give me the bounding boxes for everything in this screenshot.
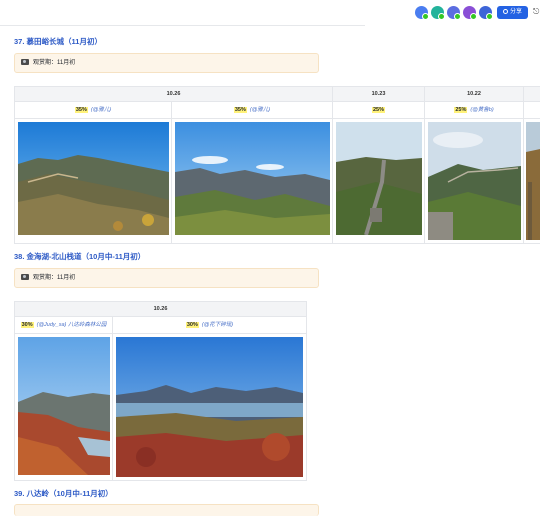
divider [0, 25, 365, 26]
photo-cell [523, 118, 540, 244]
top-bar: 分享 ⎋ [0, 0, 540, 26]
share-label: 分享 [509, 9, 522, 15]
percent-cell: 25% (@黄鲁b) [424, 101, 525, 119]
share-button[interactable]: 分享 [497, 6, 528, 19]
online-status-dot [470, 13, 477, 20]
contributor-link[interactable]: (@花下碎瑶) [202, 322, 233, 328]
percent-badge: 30% [20, 322, 34, 328]
photo-cell [111, 333, 308, 481]
section-heading: 38. 金海湖-北山栈道（10月中-11月初） [14, 252, 146, 261]
photo-cell [14, 118, 172, 244]
collaborator-avatar[interactable] [463, 6, 477, 20]
photo-great-wall[interactable] [526, 122, 540, 240]
date-header: 10.26 [13, 301, 308, 317]
photo-lake-mountains[interactable] [18, 337, 110, 475]
date-header: 10.23 [332, 86, 426, 102]
more-icon[interactable]: ⎋ [533, 7, 540, 17]
photo-table: 10.26 10.23 10.22 35% (@雅儿) 35% (@雅儿) 25% … [13, 86, 540, 244]
contributor-link[interactable]: (@雅儿) [91, 107, 111, 113]
contributor-link[interactable]: (@Judy_sa) 八达岭森林公园 [37, 322, 107, 328]
collaborator-avatar[interactable] [479, 6, 493, 20]
camera-icon [21, 59, 29, 65]
photo-great-wall[interactable] [18, 122, 169, 235]
collaborator-avatar[interactable] [431, 6, 445, 20]
section-heading: 39. 八达岭（10月中-11月初） [14, 489, 113, 498]
photo-great-wall[interactable] [428, 122, 522, 240]
online-status-dot [438, 13, 445, 20]
percent-badge: 35% [74, 107, 88, 113]
callout-box: 观赏期：11月初 [14, 53, 319, 73]
percent-badge: 30% [185, 322, 199, 328]
photo-cell [170, 118, 334, 244]
photo-lake-mountains[interactable] [116, 337, 303, 477]
contributor-link[interactable]: (@黄鲁b) [470, 107, 493, 113]
percent-cell: 30% (@花下碎瑶) [111, 316, 308, 334]
percent-badge: 25% [372, 107, 386, 113]
callout-text: 观赏期：11月初 [33, 275, 76, 281]
photo-table: 10.26 30% (@Judy_sa) 八达岭森林公园 30% (@花下碎瑶) [13, 301, 308, 481]
section-heading: 37. 慕田峪长城（11月初） [14, 37, 102, 46]
callout-text: 观赏期：11月初 [33, 60, 76, 66]
date-header: 10.26 [13, 86, 334, 102]
camera-icon [21, 274, 29, 280]
percent-cell [523, 101, 540, 119]
date-header: 10.22 [424, 86, 525, 102]
percent-badge: 25% [454, 107, 468, 113]
callout-box [14, 504, 319, 516]
date-header [523, 86, 540, 102]
percent-cell: 35% (@雅儿) [170, 101, 334, 119]
photo-cell [424, 118, 525, 244]
online-status-dot [454, 13, 461, 20]
photo-great-wall[interactable] [336, 122, 423, 235]
photo-cell [14, 333, 113, 481]
percent-cell: 35% (@雅儿) [14, 101, 172, 119]
online-status-dot [422, 13, 429, 20]
callout-box: 观赏期：11月初 [14, 268, 319, 288]
contributor-link[interactable]: (@雅儿) [250, 107, 270, 113]
share-icon [502, 9, 508, 14]
photo-cell [332, 118, 426, 244]
online-status-dot [486, 13, 493, 20]
percent-cell: 25% [332, 101, 426, 119]
collaborator-avatar[interactable] [447, 6, 461, 20]
percent-badge: 35% [233, 107, 247, 113]
collaborator-avatar[interactable] [415, 6, 429, 20]
percent-cell: 30% (@Judy_sa) 八达岭森林公园 [14, 316, 113, 334]
photo-great-wall[interactable] [175, 122, 330, 235]
